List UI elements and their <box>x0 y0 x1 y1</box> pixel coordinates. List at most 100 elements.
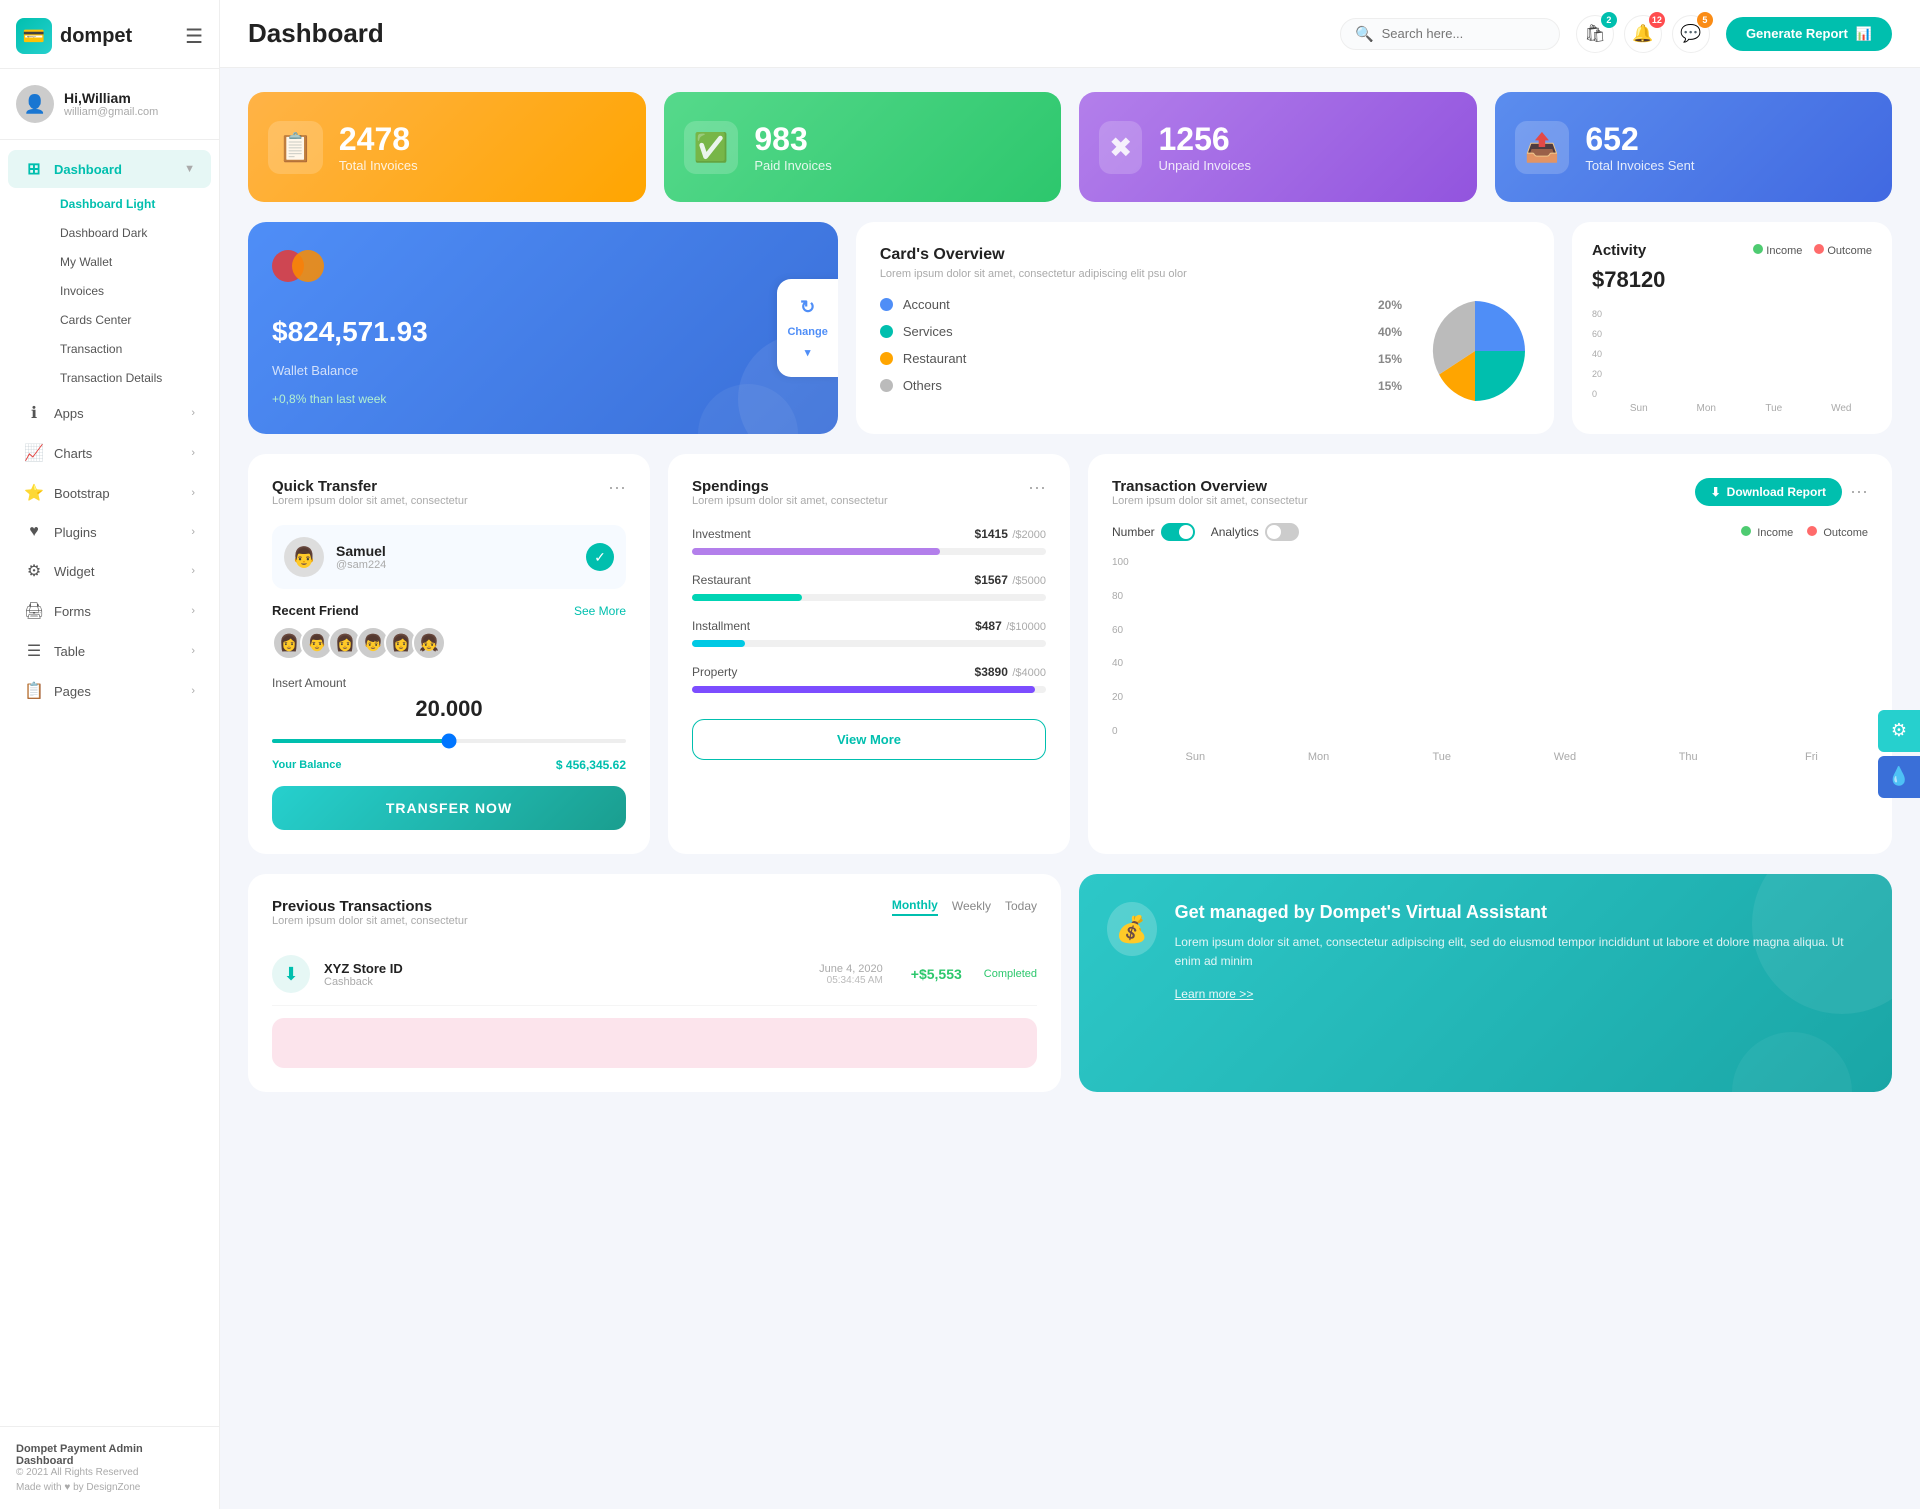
tx-icon: ⬇ <box>272 955 310 993</box>
sidebar-item-plugins[interactable]: ♥ Plugins › <box>8 514 211 550</box>
sub-nav-item-transaction-details[interactable]: Transaction Details <box>44 364 211 392</box>
sent-invoices-num: 652 <box>1585 121 1694 158</box>
theme-button[interactable]: 💧 <box>1878 756 1920 798</box>
sub-nav-item-invoices[interactable]: Invoices <box>44 277 211 305</box>
spending-bar <box>692 594 802 601</box>
chevron-right-icon: › <box>191 407 195 419</box>
sub-nav-item-my-wallet[interactable]: My Wallet <box>44 248 211 276</box>
spendings-card: Spendings Lorem ipsum dolor sit amet, co… <box>668 454 1070 854</box>
bar-chart-labels: Sun Mon Tue Wed <box>1608 403 1872 414</box>
sidebar-item-charts[interactable]: 📈 Charts › <box>8 434 211 472</box>
spending-item-restaurant: Restaurant $1567 /$5000 <box>692 571 1046 601</box>
spending-name: Restaurant <box>692 573 751 587</box>
stat-cards: 📋 2478 Total Invoices ✅ 983 Paid Invoice… <box>248 92 1892 202</box>
spending-name: Installment <box>692 619 750 633</box>
tx-name: XYZ Store ID <box>324 961 403 976</box>
tab-weekly[interactable]: Weekly <box>952 899 991 915</box>
stat-card-info: 1256 Unpaid Invoices <box>1158 121 1251 173</box>
footer-title: Dompet Payment Admin Dashboard <box>16 1443 203 1467</box>
settings-button[interactable]: ⚙ <box>1878 710 1920 752</box>
spending-bar <box>692 686 1035 693</box>
wallet-card: $824,571.93 Wallet Balance +0,8% than la… <box>248 222 838 434</box>
charts-icon: 📈 <box>24 443 44 463</box>
spending-amount: $1567 <box>975 573 1008 587</box>
chevron-right-icon: › <box>191 487 195 499</box>
sub-nav: Dashboard Light Dashboard Dark My Wallet… <box>0 190 219 392</box>
notifications-btn[interactable]: 🔔 12 <box>1624 15 1662 53</box>
quick-transfer-sub: Lorem ipsum dolor sit amet, consectetur <box>272 495 468 507</box>
sidebar-item-widget[interactable]: ⚙ Widget › <box>8 552 211 590</box>
hamburger-icon[interactable]: ☰ <box>185 24 203 49</box>
overview-list: Account 20% Services 40% Restaurant <box>880 297 1402 405</box>
more-options-icon[interactable]: ⋯ <box>1850 482 1868 503</box>
generate-report-button[interactable]: Generate Report 📊 <box>1726 17 1892 51</box>
spending-bar <box>692 548 940 555</box>
notification-badge: 12 <box>1649 12 1665 28</box>
recent-friends-header: Recent Friend See More <box>272 603 626 618</box>
download-report-button[interactable]: ⬇ Download Report <box>1695 478 1842 506</box>
spending-name: Investment <box>692 527 751 541</box>
tab-today[interactable]: Today <box>1005 899 1037 915</box>
search-icon: 🔍 <box>1355 25 1374 43</box>
cards-overview: Card's Overview Lorem ipsum dolor sit am… <box>856 222 1554 434</box>
shopping-cart-btn[interactable]: 🛍 2 <box>1576 15 1614 53</box>
bar-chart <box>1608 309 1872 399</box>
big-bar-chart <box>1139 565 1868 745</box>
to-legend: Income Outcome <box>1741 526 1868 539</box>
search-input[interactable] <box>1382 26 1542 41</box>
mc-orange-circle <box>292 250 324 282</box>
chevron-right-icon: › <box>191 605 195 617</box>
generate-report-label: Generate Report <box>1746 26 1848 41</box>
amount-value: 20.000 <box>272 696 626 722</box>
sub-nav-item-dashboard-light[interactable]: Dashboard Light <box>44 190 211 218</box>
check-icon: ✓ <box>586 543 614 571</box>
activity-title: Activity <box>1592 242 1646 259</box>
restaurant-label: Restaurant <box>903 351 1368 366</box>
search-bar[interactable]: 🔍 <box>1340 18 1560 50</box>
chart-icon: 📊 <box>1856 26 1872 42</box>
sidebar-item-forms[interactable]: 🖨 Forms › <box>8 592 211 630</box>
transfer-id: @sam224 <box>336 559 386 571</box>
sub-nav-item-transaction[interactable]: Transaction <box>44 335 211 363</box>
transfer-now-button[interactable]: TRANSFER NOW <box>272 786 626 830</box>
number-toggle[interactable] <box>1161 523 1195 541</box>
sub-nav-item-dashboard-dark[interactable]: Dashboard Dark <box>44 219 211 247</box>
stat-card-info: 2478 Total Invoices <box>339 121 418 173</box>
more-options-icon[interactable]: ⋯ <box>608 478 626 499</box>
tab-monthly[interactable]: Monthly <box>892 898 938 916</box>
more-options-icon[interactable]: ⋯ <box>1028 478 1046 499</box>
activity-legend: Income Outcome <box>1753 244 1872 257</box>
sidebar-item-table[interactable]: ☰ Table › <box>8 632 211 670</box>
services-label: Services <box>903 324 1368 339</box>
activity-card: Activity Income Outcome $78120 80 60 40 … <box>1572 222 1892 434</box>
sidebar-item-dashboard[interactable]: ⊞ Dashboard ▼ <box>8 150 211 188</box>
va-sub: Lorem ipsum dolor sit amet, consectetur … <box>1175 933 1864 971</box>
settings-fab: ⚙ 💧 <box>1878 710 1920 800</box>
sub-nav-item-cards-center[interactable]: Cards Center <box>44 306 211 334</box>
messages-btn[interactable]: 💬 5 <box>1672 15 1710 53</box>
amount-slider[interactable] <box>272 739 626 743</box>
transfer-user: 👨 Samuel @sam224 ✓ <box>272 525 626 589</box>
sidebar-item-apps[interactable]: ℹ Apps › <box>8 394 211 432</box>
sidebar-user: 👤 Hi,William william@gmail.com <box>0 69 219 140</box>
forms-icon: 🖨 <box>24 601 44 621</box>
cards-overview-sub: Lorem ipsum dolor sit amet, consectetur … <box>880 268 1530 280</box>
change-button[interactable]: ↻ Change ▾ <box>777 279 837 377</box>
see-all-link[interactable]: See More <box>574 604 626 618</box>
sidebar-nav: ⊞ Dashboard ▼ Dashboard Light Dashboard … <box>0 140 219 720</box>
view-more-button[interactable]: View More <box>692 719 1046 760</box>
paid-invoices-icon: ✅ <box>684 121 739 174</box>
activity-amount: $78120 <box>1592 267 1872 293</box>
analytics-toggle[interactable] <box>1265 523 1299 541</box>
va-learn-more-link[interactable]: Learn more >> <box>1175 987 1254 1001</box>
total-invoices-label: Total Invoices <box>339 158 418 173</box>
sidebar-item-pages[interactable]: 📋 Pages › <box>8 672 211 710</box>
transfer-name: Samuel <box>336 543 386 559</box>
chevron-right-icon: › <box>191 645 195 657</box>
pie-chart <box>1420 296 1530 406</box>
plugins-icon: ♥ <box>24 523 44 541</box>
sidebar-item-bootstrap[interactable]: ⭐ Bootstrap › <box>8 474 211 512</box>
widget-icon: ⚙ <box>24 561 44 581</box>
tx-time: 05:34:45 AM <box>819 975 883 986</box>
chevron-right-icon: › <box>191 447 195 459</box>
